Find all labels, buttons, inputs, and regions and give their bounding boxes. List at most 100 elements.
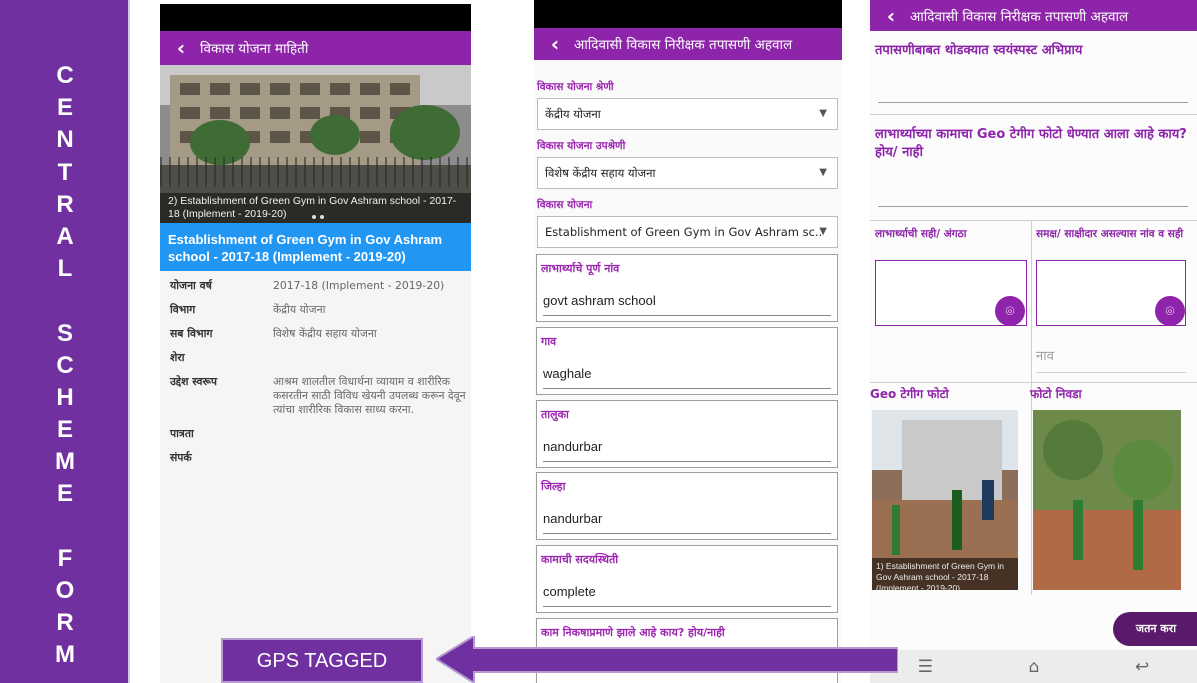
side-banner-text: C E N T R A L S C H E M E F O R M	[50, 60, 80, 672]
banner-letter: M	[55, 448, 75, 476]
detail-key: विभाग	[170, 303, 196, 316]
banner-letter: R	[56, 609, 74, 637]
scheme-photo[interactable]: 2) Establishment of Green Gym in Gov Ash…	[160, 65, 471, 223]
detail-row: शेरा	[160, 351, 471, 365]
detail-key: सब विभाग	[170, 327, 213, 340]
remarks-question: तपासणीबाबत थोडक्यात स्वयंस्पस्ट अभिप्राय	[875, 43, 1083, 58]
camera-icon[interactable]: ⌾	[995, 296, 1025, 326]
detail-value: विशेष केंद्रीय सहाय योजना	[273, 327, 377, 340]
banner-letter: M	[55, 641, 75, 669]
detail-row: पात्रता	[160, 427, 471, 441]
field-label: गाव	[541, 335, 557, 348]
detail-key: पात्रता	[170, 427, 194, 440]
screen-title: आदिवासी विकास निरीक्षक तपासणी अहवाल	[574, 37, 793, 53]
save-button[interactable]: जतन करा	[1113, 612, 1197, 646]
dropdown-arrow-icon: ▼	[819, 226, 827, 237]
back-icon[interactable]: ↩	[1135, 657, 1149, 677]
gps-tagged-label: GPS TAGGED	[221, 638, 423, 683]
detail-value	[273, 427, 468, 441]
app-bar: ‹ आदिवासी विकास निरीक्षक तपासणी अहवाल	[870, 0, 1197, 31]
remarks-input[interactable]	[878, 102, 1188, 103]
village-field[interactable]: गाव waghale	[536, 327, 838, 395]
dropdown-arrow-icon: ▼	[819, 108, 827, 119]
banner-letter: C	[56, 351, 74, 379]
field-label: लाभार्थ्याचे पूर्ण नांव	[541, 262, 620, 275]
witness-name-input[interactable]: नाव	[1036, 346, 1054, 364]
inspection-form-screen: ‹ आदिवासी विकास निरीक्षक तपासणी अहवाल वि…	[534, 0, 842, 683]
banner-letter: S	[56, 319, 73, 347]
detail-value: 2017-18 (Implement - 2019-20)	[273, 279, 445, 292]
detail-key: शेरा	[170, 351, 185, 364]
subcategory-select[interactable]: विशेष केंद्रीय सहाय योजना ▼	[537, 157, 838, 189]
district-field[interactable]: जिल्हा nandurbar	[536, 472, 838, 540]
photo-caption: 1) Establishment of Green Gym in Gov Ash…	[872, 558, 1018, 590]
detail-value	[273, 351, 468, 365]
banner-letter: E	[56, 480, 73, 508]
field-label: जिल्हा	[541, 480, 566, 493]
banner-letter: H	[56, 383, 74, 411]
status-bar	[534, 0, 842, 28]
banner-letter	[50, 511, 80, 543]
selected-photo[interactable]	[1033, 410, 1181, 590]
detail-key: संपर्क	[170, 451, 192, 464]
category-select[interactable]: केंद्रीय योजना ▼	[537, 98, 838, 130]
screenshot-root: C E N T R A L S C H E M E F O R M ‹ विका…	[0, 0, 1197, 683]
scheme-label: विकास योजना	[537, 199, 593, 211]
subcategory-label: विकास योजना उपश्रेणी	[537, 140, 626, 152]
banner-letter: F	[57, 544, 73, 572]
side-banner: C E N T R A L S C H E M E F O R M	[0, 0, 130, 683]
banner-letter: A	[56, 222, 74, 250]
carousel-dots	[312, 215, 324, 219]
select-photo-label: फोटो निवडा	[1030, 387, 1082, 401]
scheme-info-screen: ‹ विकास योजना माहिती 2) Establishment of…	[160, 4, 471, 683]
back-arrow-icon[interactable]: ‹	[878, 4, 904, 28]
inspection-photo-screen: ‹ आदिवासी विकास निरीक्षक तपासणी अहवाल तप…	[870, 0, 1197, 683]
category-label: विकास योजना श्रेणी	[537, 81, 614, 93]
geo-tagged-photo[interactable]: 1) Establishment of Green Gym in Gov Ash…	[872, 410, 1018, 590]
banner-letter: C	[56, 62, 74, 89]
home-icon[interactable]: ⌂	[1029, 657, 1040, 677]
work-status-field[interactable]: कामाची सदयस्थिती complete	[536, 545, 838, 613]
scheme-select[interactable]: Establishment of Green Gym in Gov Ashram…	[537, 216, 838, 248]
detail-row: उद्देश स्वरूप आश्रम शालतील विधार्थना व्य…	[160, 375, 471, 417]
beneficiary-name-field[interactable]: लाभार्थ्याचे पूर्ण नांव govt ashram scho…	[536, 254, 838, 322]
detail-value: आश्रम शालतील विधार्थना व्यायाम व शारीरिक…	[273, 375, 466, 416]
left-arrow-icon	[436, 636, 898, 683]
screen-title: विकास योजना माहिती	[200, 41, 309, 57]
category-value: केंद्रीय योजना	[545, 107, 601, 121]
detail-row: विभाग केंद्रीय योजना	[160, 303, 471, 317]
scheme-title: Establishment of Green Gym in Gov Ashram…	[160, 223, 471, 271]
subcategory-value: विशेष केंद्रीय सहाय योजना	[545, 166, 656, 180]
field-value[interactable]: nandurbar	[543, 439, 602, 454]
field-label: कामाची सदयस्थिती	[541, 553, 619, 566]
taluka-field[interactable]: तालुका nandurbar	[536, 400, 838, 468]
signature-label: लाभार्थ्याची सही/ अंगठा	[875, 228, 967, 240]
field-value[interactable]: nandurbar	[543, 511, 602, 526]
field-value[interactable]: govt ashram school	[543, 293, 656, 308]
banner-letter: O	[55, 577, 75, 604]
detail-value: केंद्रीय योजना	[273, 303, 326, 316]
android-nav-bar: ☰ ⌂ ↩	[870, 650, 1197, 683]
detail-key: उद्देश स्वरूप	[170, 375, 217, 388]
field-value[interactable]: waghale	[543, 366, 591, 381]
menu-icon[interactable]: ☰	[918, 657, 933, 677]
field-value[interactable]: complete	[543, 584, 596, 599]
geo-photo-label: Geo टेगीग फोटो	[870, 387, 949, 401]
scheme-details: योजना वर्ष 2017-18 (Implement - 2019-20)…	[160, 279, 471, 475]
detail-row: सब विभाग विशेष केंद्रीय सहाय योजना	[160, 327, 471, 341]
scheme-value: Establishment of Green Gym in Gov Ashram…	[545, 225, 823, 239]
detail-key: योजना वर्ष	[170, 279, 212, 292]
banner-letter: E	[56, 416, 73, 444]
camera-icon[interactable]: ⌾	[1155, 296, 1185, 326]
app-bar: ‹ विकास योजना माहिती	[160, 31, 471, 65]
app-bar: ‹ आदिवासी विकास निरीक्षक तपासणी अहवाल	[534, 28, 842, 60]
back-arrow-icon[interactable]: ‹	[542, 32, 568, 56]
geo-photo-answer-input[interactable]	[878, 206, 1188, 207]
banner-letter: E	[56, 94, 73, 122]
status-bar	[160, 4, 471, 31]
banner-letter: L	[57, 255, 73, 283]
back-arrow-icon[interactable]: ‹	[168, 36, 194, 60]
detail-row: योजना वर्ष 2017-18 (Implement - 2019-20)	[160, 279, 471, 293]
banner-letter: N	[56, 126, 74, 154]
geo-photo-question: लाभार्थ्याच्या कामाचा Geo टेगीग फोटो धेण…	[875, 127, 1187, 160]
